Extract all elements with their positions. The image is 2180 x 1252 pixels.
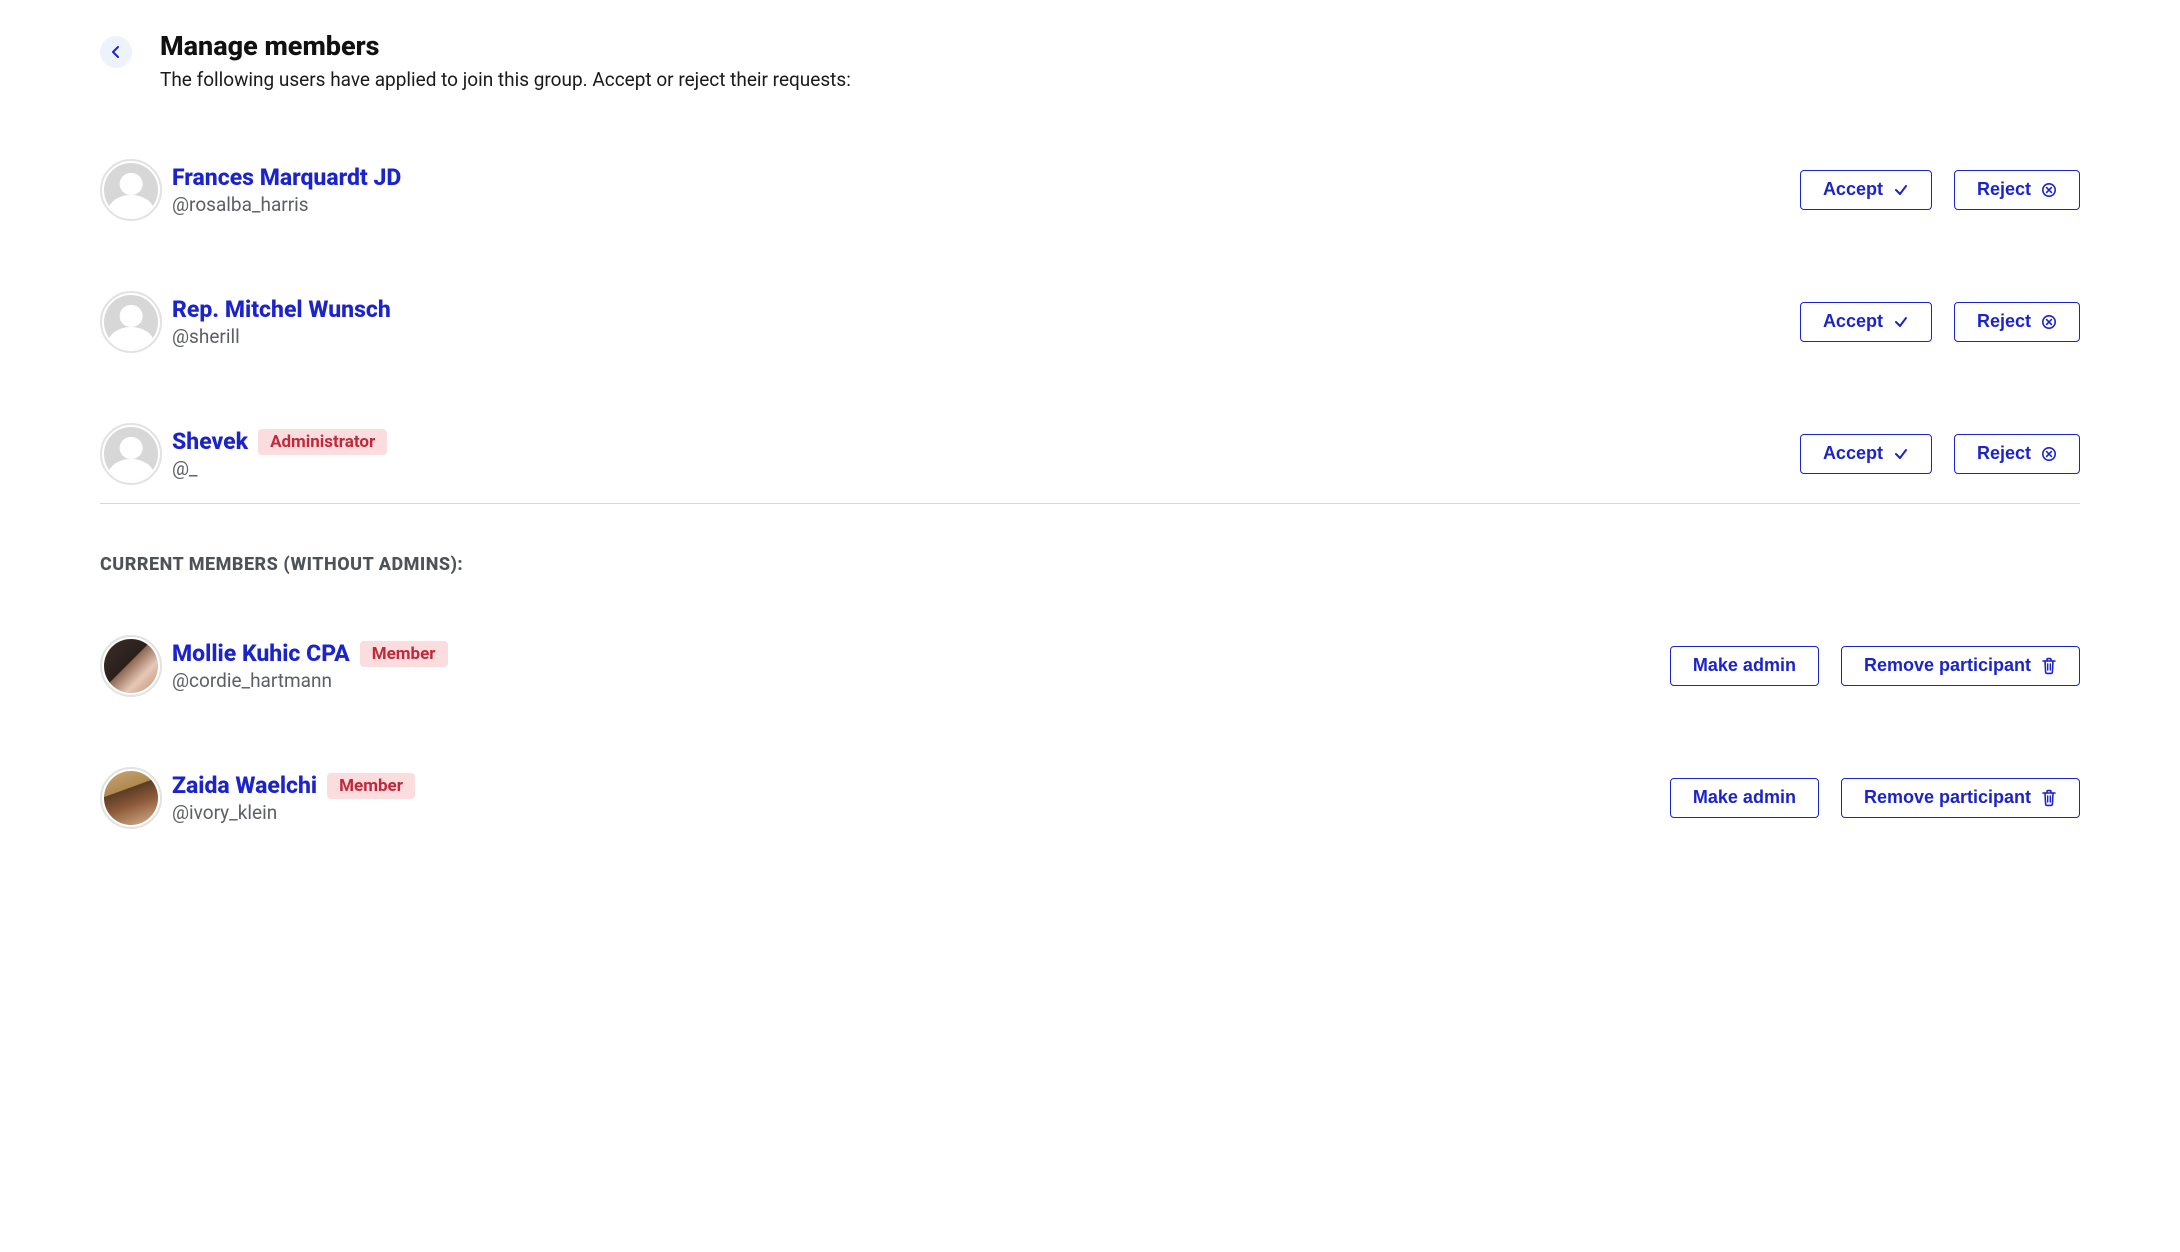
remove-participant-label: Remove participant <box>1864 787 2031 809</box>
member-row: Zaida WaelchiMember@ivory_kleinMake admi… <box>100 759 2080 837</box>
applicant-actions: Accept Reject <box>1800 434 2080 474</box>
make-admin-label: Make admin <box>1693 787 1796 809</box>
back-button[interactable] <box>100 36 132 68</box>
accept-button[interactable]: Accept <box>1800 434 1932 474</box>
avatar-placeholder <box>104 295 158 349</box>
circle-x-icon <box>2041 182 2057 198</box>
applicant-row: Rep. Mitchel Wunsch@sherill Accept Reject <box>100 283 2080 361</box>
avatar[interactable] <box>100 767 162 829</box>
members-list: Mollie Kuhic CPAMember@cordie_hartmannMa… <box>100 627 2080 837</box>
remove-participant-button[interactable]: Remove participant <box>1841 778 2080 818</box>
member-actions: Make admin Remove participant <box>1670 778 2080 818</box>
avatar[interactable] <box>100 635 162 697</box>
user-name-link[interactable]: Frances Marquardt JD <box>172 164 401 191</box>
accept-label: Accept <box>1823 443 1883 465</box>
chevron-left-icon <box>110 45 122 59</box>
reject-label: Reject <box>1977 443 2031 465</box>
user-handle: @rosalba_harris <box>172 193 1800 216</box>
member-row: Mollie Kuhic CPAMember@cordie_hartmannMa… <box>100 627 2080 705</box>
avatar[interactable] <box>100 423 162 485</box>
avatar-photo <box>104 639 158 693</box>
check-icon <box>1893 182 1909 198</box>
user-meta: Rep. Mitchel Wunsch@sherill <box>172 296 1800 348</box>
user-name-link[interactable]: Rep. Mitchel Wunsch <box>172 296 391 323</box>
accept-button[interactable]: Accept <box>1800 302 1932 342</box>
user-meta: Frances Marquardt JD@rosalba_harris <box>172 164 1800 216</box>
user-handle: @sherill <box>172 325 1800 348</box>
page-header: Manage members The following users have … <box>100 30 2080 91</box>
accept-button[interactable]: Accept <box>1800 170 1932 210</box>
reject-button[interactable]: Reject <box>1954 170 2080 210</box>
user-name-link[interactable]: Shevek <box>172 428 248 455</box>
make-admin-button[interactable]: Make admin <box>1670 778 1819 818</box>
circle-x-icon <box>2041 314 2057 330</box>
role-badge: Administrator <box>258 429 387 455</box>
applicant-actions: Accept Reject <box>1800 302 2080 342</box>
avatar[interactable] <box>100 159 162 221</box>
make-admin-label: Make admin <box>1693 655 1796 677</box>
trash-icon <box>2041 789 2057 807</box>
user-meta: Zaida Waelchi Member@ivory_klein <box>172 772 1670 824</box>
current-members-heading: CURRENT MEMBERS (WITHOUT ADMINS): <box>100 554 2080 575</box>
remove-participant-label: Remove participant <box>1864 655 2031 677</box>
user-meta: Mollie Kuhic CPA Member@cordie_hartmann <box>172 640 1670 692</box>
user-handle: @cordie_hartmann <box>172 669 1670 692</box>
page-title: Manage members <box>160 30 851 62</box>
check-icon <box>1893 314 1909 330</box>
section-divider <box>100 503 2080 504</box>
accept-label: Accept <box>1823 179 1883 201</box>
circle-x-icon <box>2041 446 2057 462</box>
user-name-link[interactable]: Zaida Waelchi <box>172 772 317 799</box>
user-handle: @_ <box>172 457 1800 480</box>
applicants-list: Frances Marquardt JD@rosalba_harrisAccep… <box>100 151 2080 493</box>
applicant-row: Frances Marquardt JD@rosalba_harrisAccep… <box>100 151 2080 229</box>
make-admin-button[interactable]: Make admin <box>1670 646 1819 686</box>
accept-label: Accept <box>1823 311 1883 333</box>
role-badge: Member <box>327 773 415 799</box>
avatar[interactable] <box>100 291 162 353</box>
user-name-link[interactable]: Mollie Kuhic CPA <box>172 640 350 667</box>
applicant-actions: Accept Reject <box>1800 170 2080 210</box>
trash-icon <box>2041 657 2057 675</box>
reject-label: Reject <box>1977 311 2031 333</box>
avatar-placeholder <box>104 163 158 217</box>
user-meta: Shevek Administrator@_ <box>172 428 1800 480</box>
reject-button[interactable]: Reject <box>1954 302 2080 342</box>
role-badge: Member <box>360 641 448 667</box>
avatar-photo <box>104 771 158 825</box>
page-subtitle: The following users have applied to join… <box>160 68 851 91</box>
user-handle: @ivory_klein <box>172 801 1670 824</box>
check-icon <box>1893 446 1909 462</box>
reject-label: Reject <box>1977 179 2031 201</box>
member-actions: Make admin Remove participant <box>1670 646 2080 686</box>
applicant-row: Shevek Administrator@_ Accept Reject <box>100 415 2080 493</box>
avatar-placeholder <box>104 427 158 481</box>
reject-button[interactable]: Reject <box>1954 434 2080 474</box>
remove-participant-button[interactable]: Remove participant <box>1841 646 2080 686</box>
